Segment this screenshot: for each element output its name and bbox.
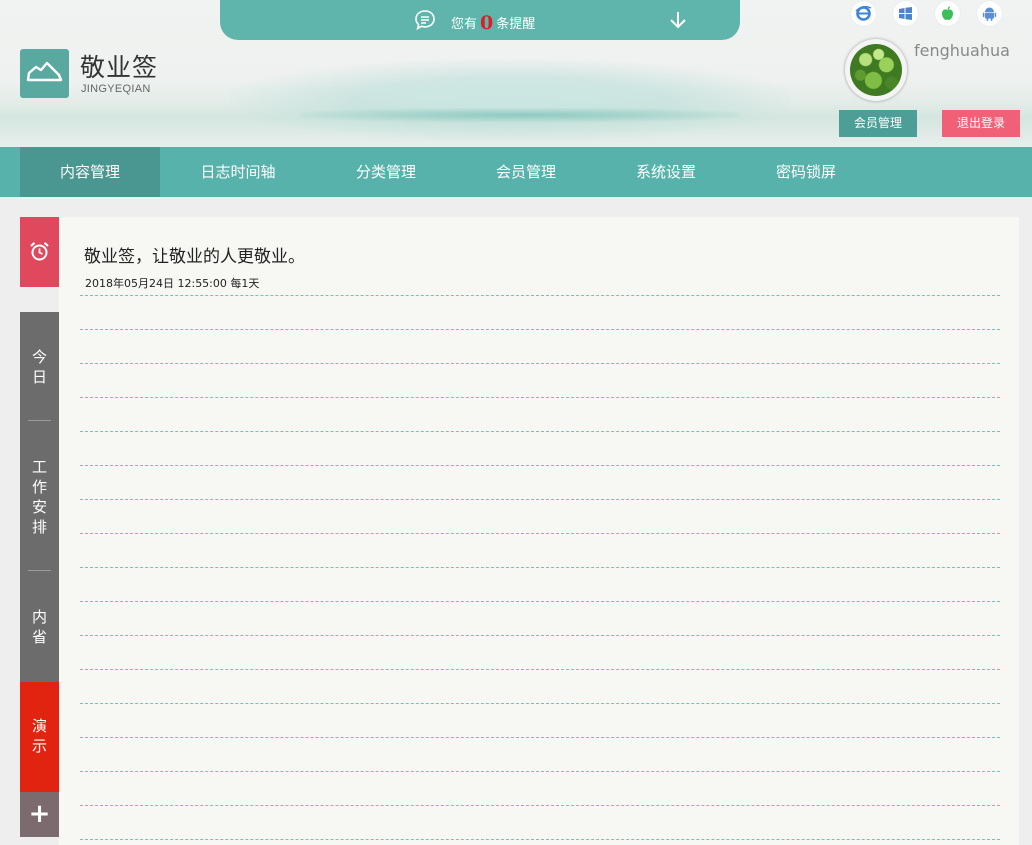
sidebar-divider bbox=[28, 420, 51, 421]
logo-icon bbox=[26, 61, 63, 82]
sidebar-item-demo[interactable]: 演示 bbox=[20, 682, 59, 792]
nav-item-categories[interactable]: 分类管理 bbox=[316, 147, 456, 197]
sidebar-item-label: 内省 bbox=[31, 608, 47, 646]
sidebar-item-today[interactable]: 今日 bbox=[20, 347, 59, 387]
sidebar-item-introspection[interactable]: 内省 bbox=[20, 607, 59, 647]
sidebar-item-demo-label-wrap: 演示 bbox=[20, 716, 59, 756]
header-background-water bbox=[300, 108, 740, 122]
avatar-image bbox=[850, 44, 902, 96]
android-icon[interactable] bbox=[977, 1, 1002, 26]
header: 您有 0 条提醒 敬业签 JINGYEQIAN fenghuahua 会员管理 … bbox=[0, 0, 1032, 147]
avatar[interactable] bbox=[845, 39, 907, 101]
notice-text: 您有 0 条提醒 bbox=[451, 11, 536, 34]
ruled-line bbox=[80, 635, 1000, 636]
arrow-down-icon[interactable] bbox=[667, 9, 689, 31]
ruled-line bbox=[80, 567, 1000, 568]
sidebar-divider bbox=[28, 570, 51, 571]
sidebar-item-label: 工作安排 bbox=[31, 458, 47, 536]
sidebar-item-label: 演示 bbox=[31, 717, 47, 755]
note-meta: 2018年05月24日 12:55:00 每1天 bbox=[85, 277, 260, 290]
username: fenghuahua bbox=[914, 41, 1010, 60]
nav-item-content[interactable]: 内容管理 bbox=[20, 147, 160, 197]
ruled-line bbox=[80, 771, 1000, 772]
logo[interactable] bbox=[20, 49, 69, 98]
main-nav: 内容管理 日志时间轴 分类管理 会员管理 系统设置 密码锁屏 bbox=[0, 147, 1032, 197]
ruled-line bbox=[80, 805, 1000, 806]
note-panel: 敬业签，让敬业的人更敬业。 2018年05月24日 12:55:00 每1天 bbox=[59, 217, 1019, 845]
nav-item-lock-screen[interactable]: 密码锁屏 bbox=[736, 147, 876, 197]
add-category-button[interactable]: + bbox=[20, 792, 59, 837]
ie-icon[interactable] bbox=[851, 1, 876, 26]
sidebar-item-work-plan[interactable]: 工作安排 bbox=[20, 457, 59, 537]
apple-icon[interactable] bbox=[935, 1, 960, 26]
sidebar-alarm-tab[interactable] bbox=[20, 217, 59, 287]
nav-item-members[interactable]: 会员管理 bbox=[456, 147, 596, 197]
ruled-line bbox=[80, 397, 1000, 398]
ruled-line bbox=[80, 703, 1000, 704]
notice-count: 0 bbox=[480, 12, 494, 34]
ruled-line bbox=[80, 499, 1000, 500]
ruled-line bbox=[80, 601, 1000, 602]
sidebar-category-tabs: 今日 工作安排 内省 bbox=[20, 312, 59, 682]
message-icon bbox=[415, 10, 435, 31]
note-title[interactable]: 敬业签，让敬业的人更敬业。 bbox=[84, 242, 305, 267]
header-background bbox=[230, 60, 790, 140]
nav-item-timeline[interactable]: 日志时间轴 bbox=[168, 147, 308, 197]
notice-suffix: 条提醒 bbox=[496, 17, 536, 32]
ruled-line bbox=[80, 737, 1000, 738]
sidebar-item-label: 今日 bbox=[31, 348, 47, 386]
ruled-line bbox=[80, 295, 1000, 296]
ruled-line bbox=[80, 329, 1000, 330]
ruled-line bbox=[80, 465, 1000, 466]
nav-item-settings[interactable]: 系统设置 bbox=[596, 147, 736, 197]
windows-icon[interactable] bbox=[893, 1, 918, 26]
notice-prefix: 您有 bbox=[451, 17, 478, 32]
brand-name: 敬业签 bbox=[80, 53, 159, 82]
member-management-button[interactable]: 会员管理 bbox=[839, 110, 917, 137]
brand-subtitle: JINGYEQIAN bbox=[81, 83, 151, 95]
ruled-line bbox=[80, 431, 1000, 432]
ruled-line bbox=[80, 839, 1000, 840]
ruled-line bbox=[80, 533, 1000, 534]
logout-button[interactable]: 退出登录 bbox=[942, 110, 1020, 137]
ruled-line bbox=[80, 363, 1000, 364]
notice-bar[interactable]: 您有 0 条提醒 bbox=[220, 0, 740, 40]
alarm-clock-icon bbox=[30, 241, 49, 261]
ruled-line bbox=[80, 669, 1000, 670]
